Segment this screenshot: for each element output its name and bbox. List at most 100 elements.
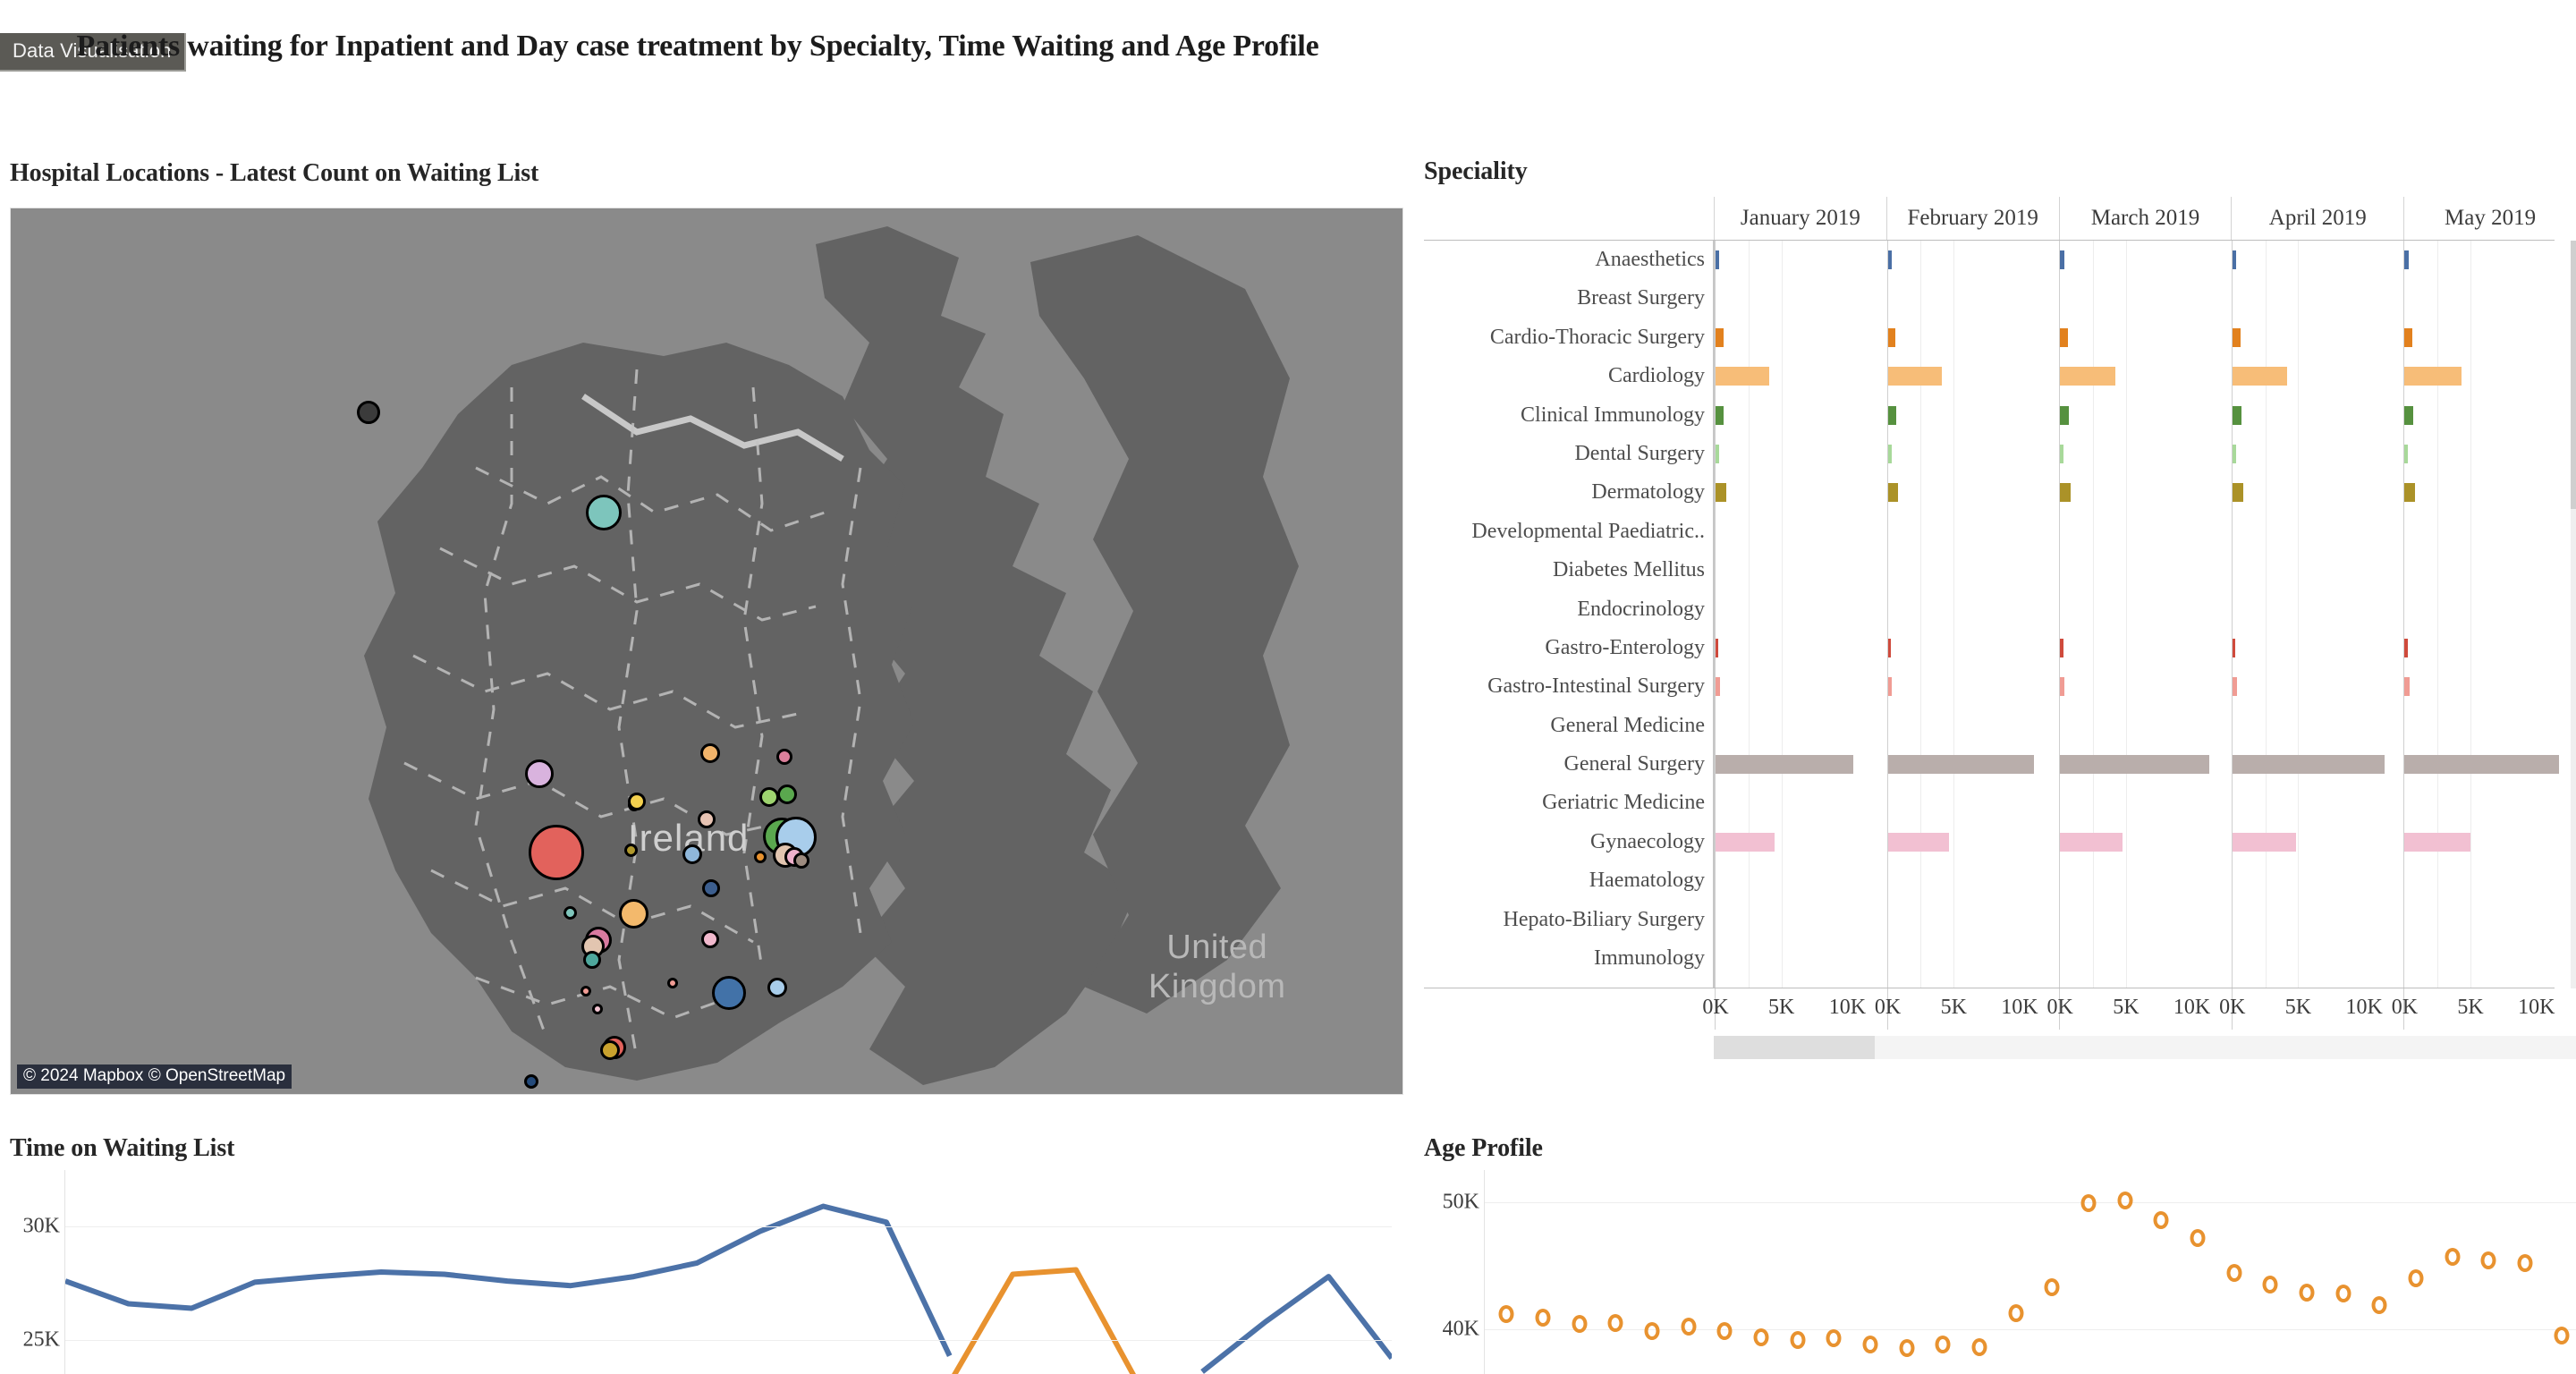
speciality-row-label[interactable]: Breast Surgery	[1424, 279, 1712, 318]
speciality-bar[interactable]	[2232, 405, 2241, 425]
speciality-bar[interactable]	[2232, 250, 2237, 269]
speciality-vertical-scrollbar[interactable]	[2571, 241, 2576, 988]
speciality-bar[interactable]	[1716, 327, 1724, 347]
age-profile-point[interactable]	[1681, 1318, 1697, 1336]
age-profile-point[interactable]	[1899, 1338, 1915, 1357]
speciality-row-label[interactable]: General Surgery	[1424, 745, 1712, 784]
speciality-vscroll-thumb[interactable]	[2571, 241, 2576, 509]
hospital-location-dot[interactable]	[592, 1004, 603, 1014]
hospital-location-dot[interactable]	[698, 810, 716, 828]
speciality-bar[interactable]	[1716, 250, 1720, 269]
speciality-bar[interactable]	[1887, 755, 2035, 775]
speciality-row-label[interactable]: Dental Surgery	[1424, 435, 1712, 473]
age-profile-point[interactable]	[2117, 1192, 2133, 1210]
speciality-bar[interactable]	[2232, 755, 2385, 775]
age-profile-point[interactable]	[1971, 1338, 1987, 1357]
hospital-location-dot[interactable]	[529, 825, 584, 880]
hospital-location-dot[interactable]	[524, 1074, 538, 1089]
hospital-location-dot[interactable]	[682, 844, 702, 864]
speciality-bar[interactable]	[2232, 677, 2237, 697]
speciality-bar[interactable]	[1887, 327, 1895, 347]
speciality-bar[interactable]	[1887, 833, 1950, 852]
age-profile-point[interactable]	[2554, 1327, 2570, 1345]
speciality-bar[interactable]	[1716, 405, 1724, 425]
speciality-bar[interactable]	[1887, 405, 1897, 425]
speciality-horizontal-scrollbar[interactable]	[1714, 1036, 2576, 1059]
speciality-hscroll-thumb[interactable]	[1714, 1036, 1875, 1059]
speciality-bar[interactable]	[2404, 405, 2414, 425]
speciality-bar[interactable]	[2404, 833, 2471, 852]
speciality-bar[interactable]	[2060, 250, 2064, 269]
speciality-row-label[interactable]: Gastro-Intestinal Surgery	[1424, 667, 1712, 706]
speciality-bar[interactable]	[2404, 250, 2409, 269]
speciality-row-label[interactable]: Gastro-Enterology	[1424, 629, 1712, 667]
age-profile-point[interactable]	[2371, 1296, 2387, 1315]
speciality-bar[interactable]	[1887, 639, 1891, 657]
speciality-bar[interactable]	[2060, 367, 2115, 386]
speciality-bar[interactable]	[2404, 367, 2462, 386]
hospital-location-dot[interactable]	[754, 851, 767, 863]
hospital-location-dot[interactable]	[667, 978, 678, 988]
speciality-bar[interactable]	[2232, 445, 2236, 463]
age-profile-point[interactable]	[2190, 1228, 2206, 1247]
speciality-month-panel[interactable]	[2059, 241, 2232, 988]
age-profile-point[interactable]	[2445, 1247, 2461, 1266]
speciality-bar[interactable]	[2232, 483, 2243, 503]
speciality-row-label[interactable]: Clinical Immunology	[1424, 396, 1712, 435]
hospital-location-dot[interactable]	[793, 852, 809, 869]
speciality-bar[interactable]	[2060, 327, 2068, 347]
map-canvas[interactable]: Ireland United Kingdom © 2024 Mapbox © Op…	[10, 208, 1403, 1095]
hospital-location-dot[interactable]	[580, 986, 591, 997]
age-profile-point[interactable]	[1935, 1335, 1951, 1353]
speciality-bar[interactable]	[2060, 405, 2069, 425]
speciality-row-label[interactable]: Gynaecology	[1424, 823, 1712, 861]
speciality-bar[interactable]	[2232, 327, 2241, 347]
age-profile-chart[interactable]: 40K 50K	[1424, 1170, 2576, 1374]
hospital-location-dot[interactable]	[628, 793, 646, 810]
speciality-bar[interactable]	[2404, 755, 2559, 775]
age-profile-point[interactable]	[1716, 1321, 1733, 1340]
speciality-row-label[interactable]: Immunology	[1424, 939, 1712, 978]
age-profile-point[interactable]	[2299, 1283, 2315, 1302]
speciality-bar[interactable]	[2060, 483, 2072, 503]
speciality-month-panel[interactable]	[2403, 241, 2576, 988]
hospital-location-dot[interactable]	[767, 978, 787, 997]
hospital-location-dot[interactable]	[600, 1040, 620, 1060]
speciality-bar[interactable]	[1716, 677, 1720, 697]
age-profile-point[interactable]	[1753, 1327, 1769, 1346]
hospital-location-dot[interactable]	[583, 951, 601, 969]
speciality-row-label[interactable]: Hepato-Biliary Surgery	[1424, 901, 1712, 939]
age-profile-point[interactable]	[1535, 1309, 1551, 1327]
speciality-month-panel[interactable]	[1715, 241, 1887, 988]
speciality-bar[interactable]	[2232, 639, 2236, 657]
hospital-location-dot[interactable]	[712, 976, 746, 1010]
speciality-bar[interactable]	[1887, 677, 1893, 697]
age-profile-point[interactable]	[2408, 1269, 2424, 1288]
age-profile-point[interactable]	[2517, 1254, 2533, 1273]
speciality-bar[interactable]	[1716, 639, 1719, 657]
speciality-month-panel[interactable]	[1886, 241, 2060, 988]
age-profile-point[interactable]	[2153, 1210, 2169, 1229]
hospital-location-dot[interactable]	[357, 401, 380, 424]
hospital-location-dot[interactable]	[700, 743, 720, 763]
speciality-month-panel[interactable]	[2231, 241, 2404, 988]
age-profile-point[interactable]	[1498, 1305, 1514, 1324]
hospital-location-dot[interactable]	[563, 905, 577, 920]
age-profile-point[interactable]	[2044, 1278, 2060, 1297]
time-on-waiting-list-chart[interactable]: 25K 30K	[10, 1170, 1392, 1374]
speciality-bar[interactable]	[1716, 483, 1726, 503]
age-profile-point[interactable]	[2335, 1285, 2351, 1303]
hospital-location-dot[interactable]	[776, 749, 792, 765]
speciality-bar[interactable]	[2404, 639, 2409, 657]
hospital-locations-map[interactable]: Ireland United Kingdom © 2024 Mapbox © Op…	[10, 208, 1403, 1095]
speciality-row-label[interactable]: Cardio-Thoracic Surgery	[1424, 318, 1712, 357]
speciality-bar[interactable]	[1716, 367, 1770, 386]
speciality-bar[interactable]	[1887, 367, 1943, 386]
speciality-row-label[interactable]: Diabetes Mellitus	[1424, 551, 1712, 589]
speciality-bar[interactable]	[2404, 677, 2410, 697]
speciality-row-label[interactable]: Developmental Paediatric..	[1424, 513, 1712, 551]
age-profile-point[interactable]	[2480, 1251, 2496, 1270]
speciality-bar[interactable]	[1716, 755, 1853, 775]
speciality-bar[interactable]	[1887, 483, 1899, 503]
age-profile-point[interactable]	[1826, 1329, 1842, 1348]
